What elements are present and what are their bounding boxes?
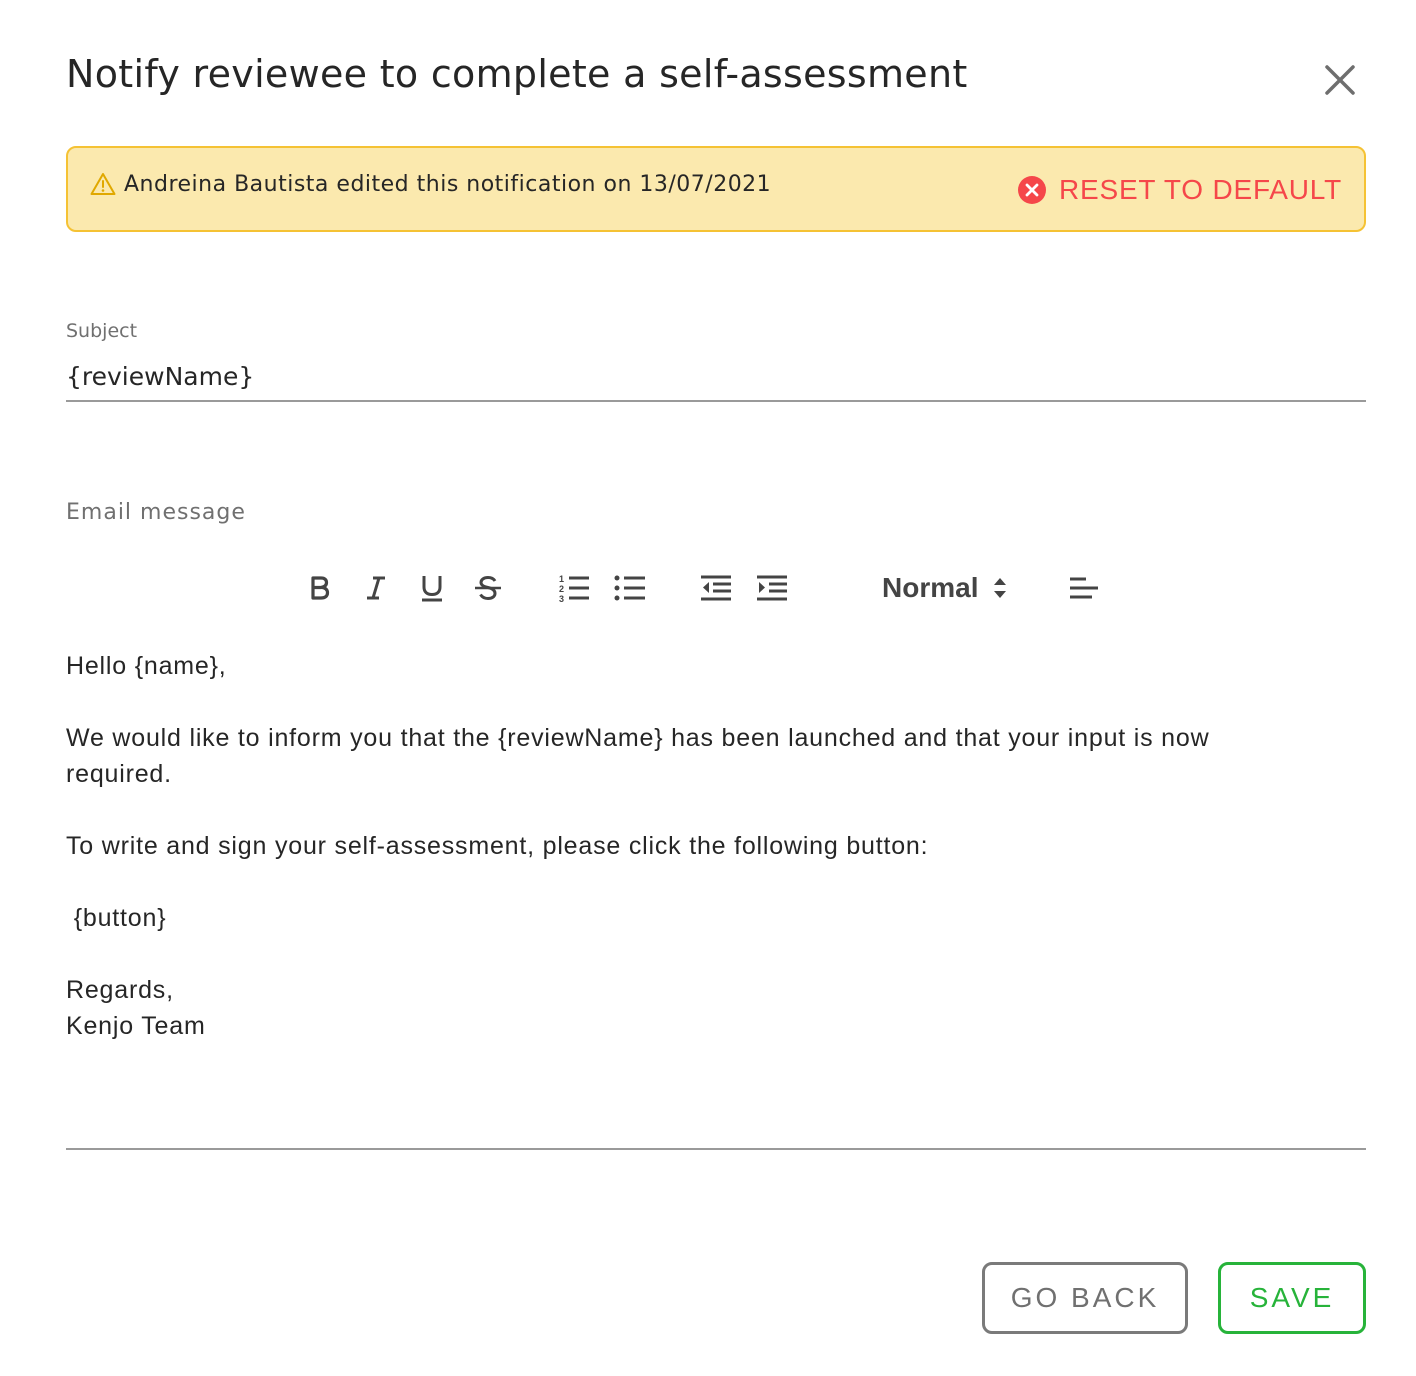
message-line: required. [66,760,172,788]
text-size-value: Normal [882,572,979,603]
message-line: Kenjo Team [66,1012,206,1040]
text-size-select[interactable]: Normal [882,570,1008,606]
ordered-list-icon: 1 2 3 [559,574,589,603]
indent-button[interactable] [754,566,790,610]
strikethrough-icon [475,575,501,601]
svg-text:3: 3 [559,594,564,603]
edit-warning-banner: Andreina Bautista edited this notificati… [66,146,1366,232]
bold-icon [311,576,330,600]
reset-to-default-label: RESET TO DEFAULT [1058,174,1342,205]
strikethrough-button[interactable] [470,566,506,610]
svg-text:1: 1 [559,574,564,584]
error-circle-icon [1017,176,1046,204]
indent-icon [757,575,787,601]
subject-label: Subject [66,320,138,342]
close-button[interactable] [1318,58,1362,102]
message-line: To write and sign your self-assessment, … [66,832,929,860]
close-icon [1325,65,1355,95]
outdent-icon [701,575,731,601]
go-back-button[interactable]: GO BACK [982,1262,1188,1334]
warning-icon [90,173,116,195]
italic-icon [367,576,385,600]
underline-button[interactable] [414,566,450,610]
ordered-list-button[interactable]: 1 2 3 [556,566,592,610]
editor-toolbar: 1 2 3 Normal [0,566,1416,610]
underline-icon [422,576,442,602]
align-left-icon [1070,577,1098,599]
bullet-list-icon [614,575,645,601]
email-message-editor[interactable]: Hello {name}, We would like to inform yo… [66,648,1366,1150]
reset-to-default-button[interactable]: RESET TO DEFAULT [1017,172,1342,208]
bold-button[interactable] [302,566,338,610]
bullet-list-button[interactable] [612,566,648,610]
message-line: Regards, [66,976,174,1004]
sort-arrows-icon [994,578,1007,598]
message-line: We would like to inform you that the {re… [66,724,1210,752]
italic-button[interactable] [358,566,394,610]
email-message-label: Email message [66,500,246,525]
dialog-title: Notify reviewee to complete a self-asses… [66,52,968,96]
save-button[interactable]: SAVE [1218,1262,1366,1334]
svg-text:2: 2 [559,584,564,594]
banner-message: Andreina Bautista edited this notificati… [124,172,772,197]
align-button[interactable] [1066,566,1102,610]
message-line: Hello {name}, [66,652,227,680]
subject-input[interactable] [66,352,1366,402]
message-line: {button} [66,904,167,932]
outdent-button[interactable] [698,566,734,610]
